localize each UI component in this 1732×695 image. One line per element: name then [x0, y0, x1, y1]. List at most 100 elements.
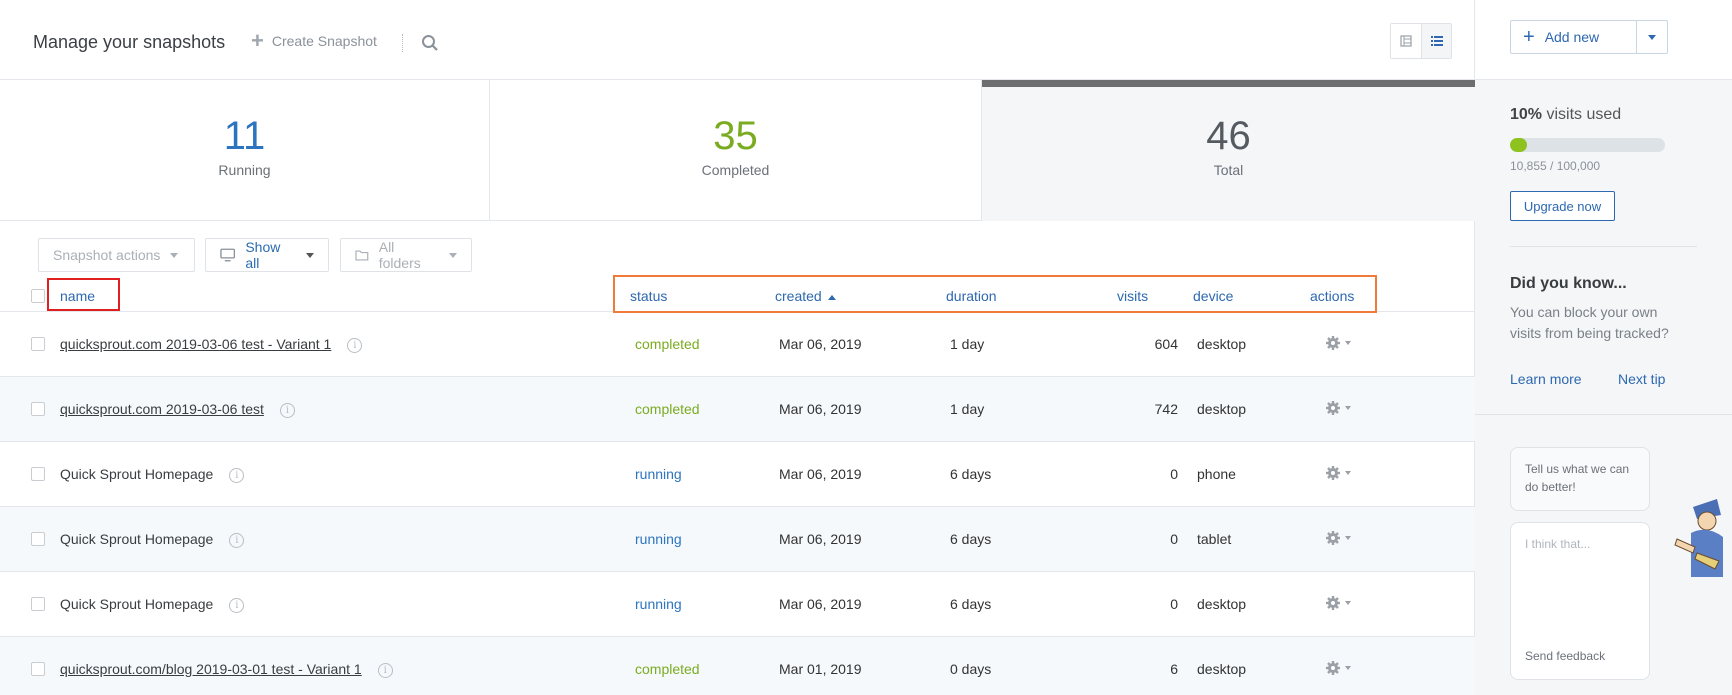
add-new-label: Add new [1544, 29, 1600, 45]
created-date: Mar 06, 2019 [779, 531, 862, 547]
stat-total-label: Total [1213, 162, 1244, 178]
visits-value: 0 [1170, 531, 1178, 547]
device-value: desktop [1197, 401, 1247, 417]
gear-icon [1326, 596, 1340, 610]
all-folders-dropdown[interactable]: All folders [340, 238, 472, 272]
row-checkbox[interactable] [31, 597, 45, 611]
columns-highlight [613, 275, 1377, 313]
right-sidebar: + Add new 10% visits used 10,855 / 100,0… [1475, 0, 1732, 695]
duration-value: 6 days [950, 531, 992, 547]
tip-title: Did you know... [1510, 275, 1627, 292]
row-actions-menu[interactable] [1325, 465, 1351, 481]
plus-icon: + [1523, 26, 1535, 48]
learn-more-link[interactable]: Learn more [1510, 371, 1582, 387]
stat-total-value: 46 [1206, 114, 1251, 158]
send-feedback-button[interactable]: Send feedback [1525, 649, 1605, 663]
status-badge: completed [635, 401, 700, 417]
page-title: Manage your snapshots [33, 32, 226, 52]
usage-label: visits used [1546, 106, 1622, 123]
sidebar-divider [1475, 414, 1732, 415]
chevron-down-icon [1345, 666, 1351, 670]
usage-progress-fill [1510, 138, 1527, 152]
table-row[interactable]: quicksprout.com 2019-03-06 test i complet… [0, 377, 1475, 442]
gear-icon [1326, 401, 1340, 415]
info-icon[interactable]: i [279, 402, 295, 418]
status-badge: completed [635, 336, 700, 352]
gear-icon [1326, 466, 1340, 480]
snapshot-name[interactable]: Quick Sprout Homepage [60, 466, 213, 482]
snapshot-actions-dropdown[interactable]: Snapshot actions [38, 238, 195, 272]
visits-value: 742 [1154, 401, 1178, 417]
row-checkbox[interactable] [31, 467, 45, 481]
row-checkbox[interactable] [31, 662, 45, 676]
snapshot-name[interactable]: Quick Sprout Homepage [60, 596, 213, 612]
snapshot-name-link[interactable]: quicksprout.com 2019-03-06 test [60, 401, 264, 417]
select-all-checkbox[interactable] [31, 289, 45, 303]
usage-percent: 10% [1510, 106, 1543, 123]
next-tip-link[interactable]: Next tip [1618, 371, 1665, 387]
all-folders-label: All folders [378, 239, 421, 271]
device-value: desktop [1197, 596, 1247, 612]
feedback-input[interactable]: I think that... [1525, 537, 1590, 551]
usage-text: 10% visits used [1510, 106, 1621, 124]
mascot-icon [1674, 499, 1723, 577]
list-view-icon [1430, 36, 1443, 46]
monitor-icon [220, 248, 236, 262]
visits-value: 0 [1170, 466, 1178, 482]
chevron-down-icon [1345, 601, 1351, 605]
table-row[interactable]: Quick Sprout Homepage i running Mar 06, 2… [0, 572, 1475, 637]
row-checkbox[interactable] [31, 532, 45, 546]
snapshot-name-link[interactable]: quicksprout.com 2019-03-06 test - Varian… [60, 336, 331, 352]
info-icon[interactable]: i [347, 337, 363, 353]
created-date: Mar 01, 2019 [779, 661, 862, 677]
upgrade-now-button[interactable]: Upgrade now [1510, 191, 1615, 221]
row-checkbox[interactable] [31, 337, 45, 351]
row-actions-menu[interactable] [1325, 660, 1351, 676]
page-header: Manage your snapshots + Create Snapshot [0, 0, 1475, 80]
search-icon[interactable] [421, 34, 439, 52]
table-row[interactable]: quicksprout.com 2019-03-06 test - Varian… [0, 312, 1475, 377]
device-value: tablet [1197, 531, 1232, 547]
info-icon[interactable]: i [229, 532, 245, 548]
row-actions-menu[interactable] [1325, 530, 1351, 546]
add-new-button[interactable]: + Add new [1511, 21, 1636, 53]
grid-view-icon [1400, 35, 1412, 47]
table-row[interactable]: Quick Sprout Homepage i running Mar 06, 2… [0, 442, 1475, 507]
add-new-split-button: + Add new [1510, 20, 1668, 54]
stat-completed[interactable]: 35 Completed [490, 80, 982, 221]
sidebar-divider [1510, 246, 1697, 247]
gear-icon [1326, 336, 1340, 350]
info-icon[interactable]: i [229, 597, 245, 613]
info-icon[interactable]: i [377, 662, 393, 678]
row-actions-menu[interactable] [1325, 400, 1351, 416]
info-icon[interactable]: i [229, 467, 245, 483]
chevron-down-icon [1345, 471, 1351, 475]
snapshot-actions-label: Snapshot actions [53, 247, 161, 263]
created-date: Mar 06, 2019 [779, 596, 862, 612]
row-actions-menu[interactable] [1325, 335, 1351, 351]
folder-icon [355, 250, 369, 261]
chevron-down-icon [1345, 341, 1351, 345]
table-row[interactable]: quicksprout.com/blog 2019-03-01 test - V… [0, 637, 1475, 695]
stat-completed-value: 35 [713, 114, 758, 158]
table-row[interactable]: Quick Sprout Homepage i running Mar 06, 2… [0, 507, 1475, 572]
feedback-box[interactable]: I think that... Send feedback [1510, 522, 1650, 680]
stat-total[interactable]: 46 Total [982, 80, 1475, 221]
row-actions-menu[interactable] [1325, 595, 1351, 611]
gear-icon [1326, 531, 1340, 545]
show-all-dropdown[interactable]: Show all [205, 238, 329, 272]
snapshot-name-link[interactable]: quicksprout.com/blog 2019-03-01 test - V… [60, 661, 362, 677]
created-date: Mar 06, 2019 [779, 401, 862, 417]
chevron-down-icon [1345, 536, 1351, 540]
status-badge: running [635, 596, 682, 612]
add-new-dropdown-toggle[interactable] [1636, 21, 1667, 53]
stats-bar: 11 Running 35 Completed 46 Total [0, 80, 1475, 221]
row-checkbox[interactable] [31, 402, 45, 416]
snapshot-name[interactable]: Quick Sprout Homepage [60, 531, 213, 547]
created-date: Mar 06, 2019 [779, 466, 862, 482]
grid-view-button[interactable] [1391, 24, 1421, 58]
visits-value: 0 [1170, 596, 1178, 612]
create-snapshot-button[interactable]: + Create Snapshot [251, 30, 377, 52]
stat-running[interactable]: 11 Running [0, 80, 490, 221]
list-view-button[interactable] [1421, 24, 1451, 58]
